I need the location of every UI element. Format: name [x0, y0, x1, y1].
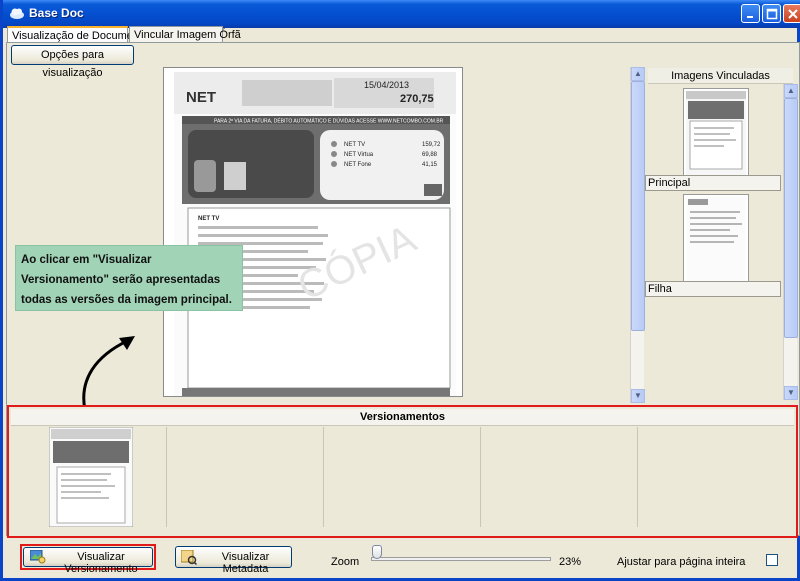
service-1-value: 159,72: [422, 142, 441, 148]
linked-label-filha[interactable]: Filha: [645, 281, 781, 297]
version-slot-5[interactable]: [638, 427, 794, 527]
versions-panel: Versionamentos: [7, 405, 798, 538]
bottom-toolbar: Visualizar Versionamento Visualizar Meta…: [3, 540, 800, 578]
close-icon: [788, 9, 798, 19]
fit-page-label: Ajustar para página inteira: [617, 556, 746, 568]
linked-scrollbar[interactable]: ▲ ▼: [783, 84, 798, 400]
view-versioning-label: Visualizar Versionamento: [64, 551, 138, 575]
service-2-value: 69,88: [422, 152, 438, 158]
service-2-name: NET Virtua: [344, 152, 374, 158]
scroll-thumb[interactable]: [631, 81, 645, 331]
doc-banner: PARA 2ª VIA DA FATURA, DÉBITO AUTOMÁTICO…: [214, 118, 444, 125]
zoom-label: Zoom: [331, 556, 360, 568]
view-metadata-button[interactable]: Visualizar Metadata: [175, 546, 292, 575]
view-options-button[interactable]: Opções para visualização: [11, 45, 134, 79]
version-slot-1[interactable]: [11, 427, 167, 527]
service-3-value: 41,15: [422, 162, 438, 168]
fit-page-checkbox[interactable]: [766, 554, 778, 566]
version-slot-2[interactable]: [167, 427, 324, 527]
scroll-down-icon[interactable]: ▼: [631, 389, 645, 403]
maximize-icon: [766, 8, 778, 20]
thumbnail-image: [686, 197, 746, 281]
version-thumbnail: [49, 427, 133, 527]
view-metadata-label: Visualizar Metadata: [221, 551, 270, 575]
section-title: NET TV: [198, 216, 219, 222]
minimize-icon: [747, 16, 753, 18]
instruction-callout: Ao clicar em "Visualizar Versionamento" …: [15, 245, 243, 311]
scroll-up-icon[interactable]: ▲: [631, 67, 645, 81]
curved-arrow-icon: [82, 336, 135, 411]
scroll-down-icon[interactable]: ▼: [784, 386, 798, 400]
tab-link-orphan-image[interactable]: Vincular Imagem Órfã: [129, 26, 241, 43]
zoom-value: 23%: [559, 556, 582, 568]
view-versioning-button[interactable]: Visualizar Versionamento: [23, 547, 153, 575]
cloud-icon: [10, 8, 24, 19]
doc-amount: 270,75: [400, 93, 434, 105]
zoom-slider-knob[interactable]: [372, 545, 382, 559]
net-logo: NET: [186, 89, 216, 106]
app-window: Base Doc Visualização de Documentos Vinc…: [0, 0, 800, 581]
linked-images-panel: Imagens Vinculadas Principal Filha: [645, 68, 793, 400]
window-title: Base Doc: [29, 6, 84, 20]
metadata-search-icon: [181, 550, 197, 565]
linked-images-header: Imagens Vinculadas: [648, 68, 793, 84]
versions-header: Versionamentos: [11, 409, 794, 426]
version-slot-4[interactable]: [481, 427, 638, 527]
version-slot-3[interactable]: [324, 427, 481, 527]
zoom-slider-track[interactable]: [371, 557, 551, 561]
viewer-scrollbar[interactable]: ▲ ▼: [630, 67, 645, 403]
scroll-up-icon[interactable]: ▲: [784, 84, 798, 98]
linked-label-principal[interactable]: Principal: [645, 175, 781, 191]
doc-date: 15/04/2013: [364, 80, 409, 90]
close-button[interactable]: [783, 4, 800, 23]
maximize-button[interactable]: [762, 4, 781, 23]
linked-thumb-filha[interactable]: [683, 194, 749, 284]
image-search-icon: [30, 550, 46, 564]
linked-thumb-principal[interactable]: [683, 88, 749, 178]
thumbnail-image: [686, 91, 746, 175]
minimize-button[interactable]: [741, 4, 760, 23]
title-bar[interactable]: Base Doc: [3, 0, 800, 28]
scroll-thumb[interactable]: [784, 98, 798, 338]
service-1-name: NET TV: [344, 142, 365, 148]
document-image: NET 15/04/2013 270,75 PARA 2ª VIA DA FAT…: [174, 72, 456, 396]
service-3-name: NET Fone: [344, 162, 372, 168]
document-viewer[interactable]: NET 15/04/2013 270,75 PARA 2ª VIA DA FAT…: [163, 67, 463, 397]
